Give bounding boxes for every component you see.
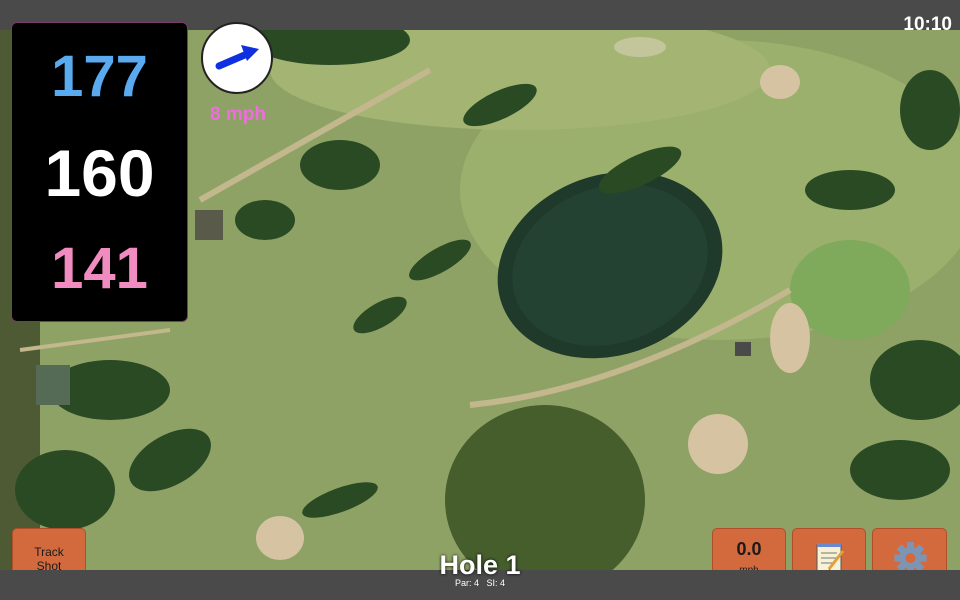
hole-par: Par: 4 <box>454 578 479 588</box>
wind-arrow-icon <box>215 45 259 70</box>
hole-title: Hole 1 <box>439 550 521 580</box>
track-shot-label-line1: Track <box>34 545 64 559</box>
back-yardage: 177 <box>51 44 148 109</box>
front-yardage: 141 <box>51 236 148 301</box>
hole-stroke-index: SI: 4 <box>486 578 506 588</box>
yardage-panel: 177 160 141 <box>11 22 188 322</box>
middle-yardage: 160 <box>44 136 155 210</box>
hole-info: Par: 4 SI: 4 <box>380 578 580 588</box>
speed-value: 0.0 <box>736 539 762 559</box>
wind-speed-label: 8 mph <box>210 104 266 125</box>
wind-direction-indicator <box>201 22 273 94</box>
